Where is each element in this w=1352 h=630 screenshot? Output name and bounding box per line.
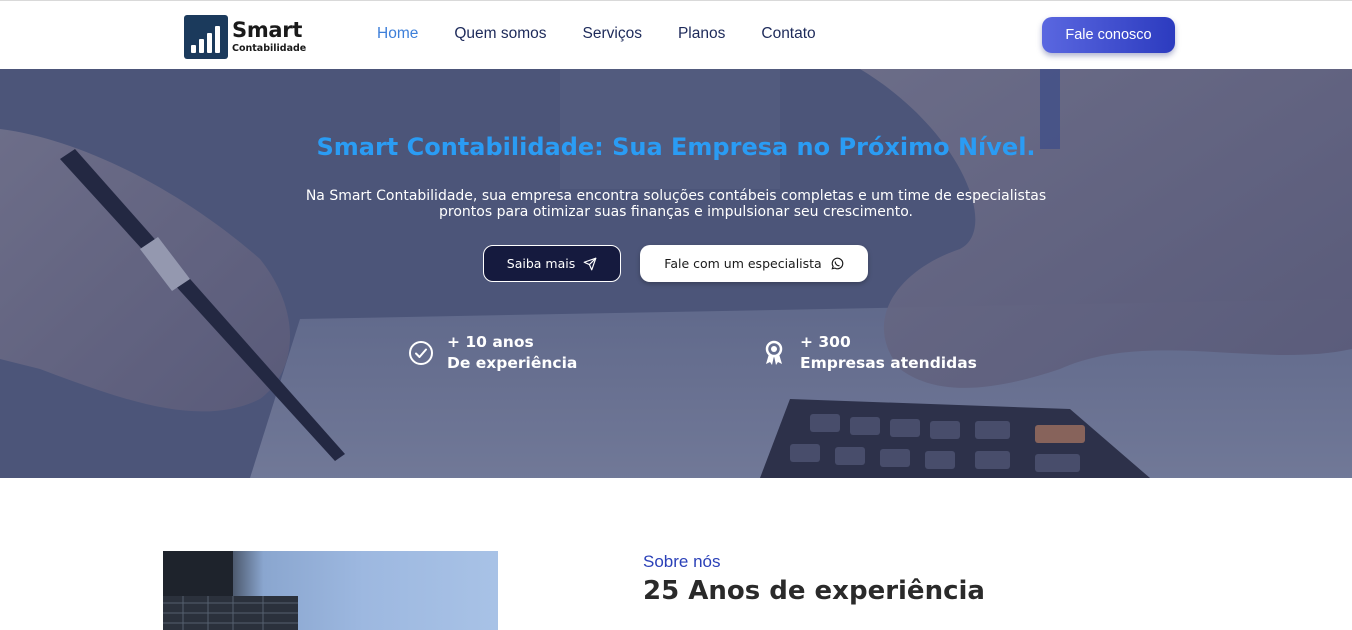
talk-to-specialist-label: Fale com um especialista <box>664 256 822 271</box>
hero-description-line-1: Na Smart Contabilidade, sua empresa enco… <box>305 188 1047 204</box>
main-nav: Home Quem somos Serviços Planos Contato <box>377 25 852 43</box>
paper-plane-icon <box>583 257 597 270</box>
brand-subtitle: Contabilidade <box>232 43 307 55</box>
hero-section: Smart Contabilidade: Sua Empresa no Próx… <box>0 69 1352 478</box>
hero-title: Smart Contabilidade: Sua Empresa no Próx… <box>316 133 1036 161</box>
about-eyebrow: Sobre nós <box>643 552 721 571</box>
nav-item-planos[interactable]: Planos <box>678 25 725 43</box>
award-ribbon-icon <box>765 340 783 365</box>
stat-companies: + 300 Empresas atendidas <box>760 332 977 374</box>
brand-logo[interactable]: Smart Contabilidade <box>184 14 314 60</box>
learn-more-label: Saiba mais <box>506 256 576 271</box>
learn-more-button[interactable]: Saiba mais <box>483 245 621 282</box>
nav-item-contato[interactable]: Contato <box>761 25 815 43</box>
contact-us-button[interactable]: Fale conosco <box>1042 17 1175 53</box>
whatsapp-icon <box>831 257 844 269</box>
nav-item-home[interactable]: Home <box>377 25 418 43</box>
talk-to-specialist-button[interactable]: Fale com um especialista <box>640 245 868 282</box>
brand-title: Smart <box>232 18 303 43</box>
bar-chart-logo-icon <box>184 15 228 59</box>
check-circle-icon <box>409 341 433 365</box>
stat-companies-value: + 300 <box>800 333 851 351</box>
about-image <box>163 551 498 630</box>
hero-description-line-2: prontos para otimizar suas finanças e im… <box>439 204 913 220</box>
stat-experience-value: + 10 anos <box>447 333 534 351</box>
stat-experience-label: De experiência <box>447 354 578 372</box>
stat-experience: + 10 anos De experiência <box>407 332 577 374</box>
site-header: Smart Contabilidade Home Quem somos Serv… <box>0 1 1352 69</box>
hero-description: Na Smart Contabilidade, sua empresa enco… <box>276 188 1076 220</box>
about-title: 25 Anos de experiência <box>643 576 985 606</box>
nav-item-quem-somos[interactable]: Quem somos <box>454 25 546 43</box>
stat-companies-label: Empresas atendidas <box>800 354 977 372</box>
nav-item-servicos[interactable]: Serviços <box>583 25 642 43</box>
